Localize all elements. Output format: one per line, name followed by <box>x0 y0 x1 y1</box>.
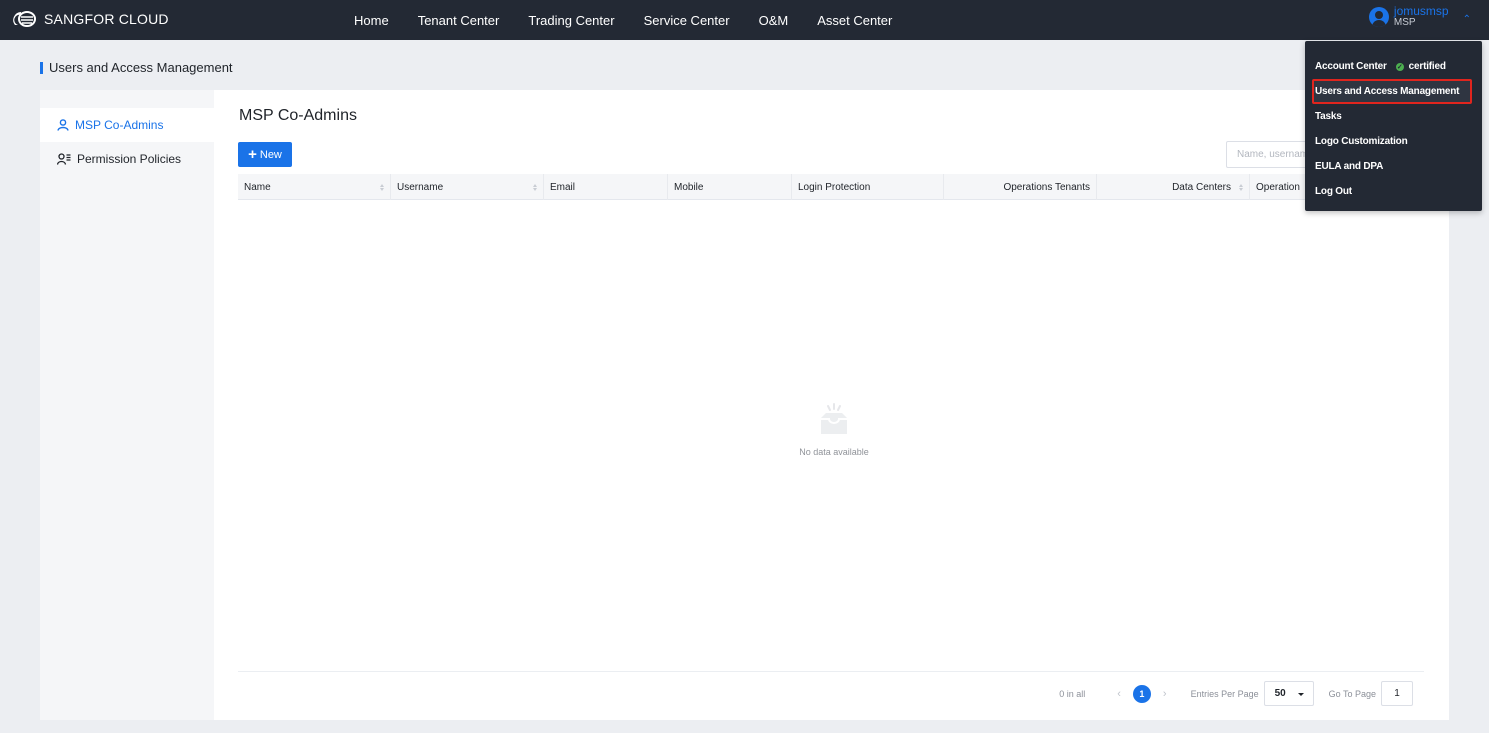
menu-item-eula-and-dpa[interactable]: EULA and DPA <box>1305 154 1482 179</box>
column-header-email: Email <box>544 174 668 200</box>
menu-item-logo-customization[interactable]: Logo Customization <box>1305 129 1482 154</box>
user-list-icon <box>57 153 71 165</box>
go-to-page-label: Go To Page <box>1328 688 1376 699</box>
main-panel: MSP Co-Admins + New Name Username Email … <box>214 90 1449 720</box>
page-title: Users and Access Management <box>49 60 233 75</box>
user-icon <box>57 119 69 131</box>
page-heading: Users and Access Management <box>40 60 233 75</box>
column-label: Username <box>397 181 444 193</box>
user-menu-trigger[interactable]: jomusmsp MSP ⌃ <box>1368 5 1471 29</box>
menu-item-users-and-access-management[interactable]: Users and Access Management <box>1312 79 1472 104</box>
menu-item-account-center[interactable]: Account Center ✓ certified <box>1305 54 1482 79</box>
sort-icon[interactable] <box>1235 183 1243 191</box>
column-header-mobile: Mobile <box>668 174 792 200</box>
certified-text: certified <box>1408 61 1446 72</box>
menu-item-label: Logo Customization <box>1315 136 1408 147</box>
sort-icon[interactable] <box>529 183 537 191</box>
check-circle-icon: ✓ <box>1395 62 1404 71</box>
go-to-page-input[interactable] <box>1381 681 1413 706</box>
new-button-label: New <box>259 148 282 161</box>
nav-service-center[interactable]: Service Center <box>644 13 730 28</box>
caret-down-icon <box>1297 693 1304 696</box>
empty-state-text: No data available <box>799 447 869 457</box>
heading-accent-bar <box>40 61 43 74</box>
page-number-button[interactable]: 1 <box>1132 684 1151 703</box>
nav-trading-center[interactable]: Trading Center <box>528 13 614 28</box>
column-header-name[interactable]: Name <box>238 174 391 200</box>
total-count: 0 in all <box>1059 688 1086 699</box>
pagination-divider <box>238 671 1424 672</box>
sidebar-item-permission-policies[interactable]: Permission Policies <box>40 142 214 176</box>
user-dropdown-menu: Account Center ✓ certified Users and Acc… <box>1305 41 1482 211</box>
pagination: 0 in all ‹ 1 › Entries Per Page 50 Go To… <box>1059 681 1413 706</box>
column-label: Email <box>550 181 576 193</box>
sort-icon[interactable] <box>376 183 384 191</box>
sidebar-item-msp-co-admins[interactable]: MSP Co-Admins <box>40 108 214 142</box>
user-role: MSP <box>1393 17 1416 28</box>
entries-per-page-value: 50 <box>1274 688 1286 699</box>
avatar-icon <box>1368 7 1389 27</box>
nav-home[interactable]: Home <box>354 13 389 28</box>
column-header-login-protection: Login Protection <box>792 174 944 200</box>
plus-icon: + <box>248 146 257 163</box>
sidebar-item-label: Permission Policies <box>77 152 182 166</box>
next-page-icon[interactable]: › <box>1163 688 1167 700</box>
menu-item-log-out[interactable]: Log Out <box>1305 179 1482 204</box>
column-label: Login Protection <box>798 181 871 193</box>
menu-item-tasks[interactable]: Tasks <box>1305 104 1482 129</box>
certified-badge: ✓ certified <box>1395 61 1446 72</box>
column-header-username[interactable]: Username <box>391 174 544 200</box>
column-label: Operation <box>1256 181 1300 193</box>
menu-item-label: EULA and DPA <box>1315 161 1384 172</box>
column-label: Name <box>244 181 271 193</box>
brand-name: SANGFOR CLOUD <box>44 11 169 27</box>
menu-item-label: Tasks <box>1315 111 1342 122</box>
nav-om[interactable]: O&M <box>759 13 789 28</box>
empty-inbox-icon <box>821 403 847 434</box>
table-header: Name Username Email Mobile Login Protect… <box>238 174 1424 200</box>
empty-state: No data available <box>794 400 874 457</box>
nav-tenant-center[interactable]: Tenant Center <box>418 13 500 28</box>
nav-asset-center[interactable]: Asset Center <box>817 13 892 28</box>
column-header-operations-tenants: Operations Tenants <box>944 174 1097 200</box>
column-label: Mobile <box>674 181 704 193</box>
side-menu: MSP Co-Admins Permission Policies <box>40 90 214 720</box>
sangfor-cloud-icon <box>13 11 36 27</box>
menu-item-label: Users and Access Management <box>1315 86 1460 97</box>
menu-item-label: Account Center <box>1315 61 1387 72</box>
section-title: MSP Co-Admins <box>239 107 357 124</box>
user-info: jomusmsp MSP <box>1394 5 1449 29</box>
column-header-data-centers[interactable]: Data Centers <box>1097 174 1250 200</box>
user-name: jomusmsp <box>1393 4 1449 18</box>
main-nav: Home Tenant Center Trading Center Servic… <box>354 0 921 40</box>
entries-per-page-label: Entries Per Page <box>1190 688 1259 699</box>
menu-item-label: Log Out <box>1315 186 1352 197</box>
entries-per-page-select[interactable]: 50 <box>1263 681 1314 706</box>
prev-page-icon[interactable]: ‹ <box>1117 688 1121 700</box>
sidebar-item-label: MSP Co-Admins <box>75 118 164 132</box>
new-button[interactable]: + New <box>238 142 292 167</box>
chevron-up-icon: ⌃ <box>1462 13 1471 25</box>
top-bar: SANGFOR CLOUD Home Tenant Center Trading… <box>0 0 1489 40</box>
column-label: Operations Tenants <box>1003 181 1090 193</box>
column-label: Data Centers <box>1172 181 1231 193</box>
brand-logo[interactable]: SANGFOR CLOUD <box>12 9 169 29</box>
